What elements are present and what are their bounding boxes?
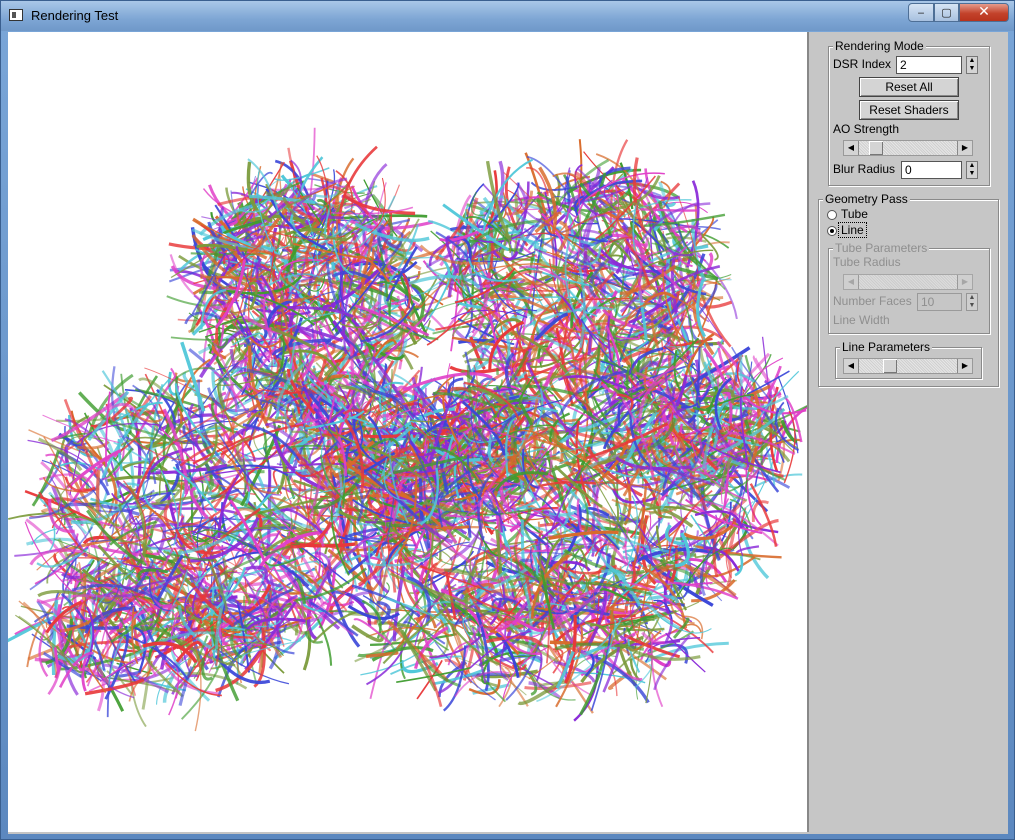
reset-all-button[interactable]: Reset All <box>859 77 959 97</box>
spin-down-icon[interactable]: ▼ <box>967 65 977 73</box>
tube-radio[interactable] <box>827 210 837 220</box>
blur-radius-label: Blur Radius <box>833 162 896 176</box>
app-icon <box>9 9 23 21</box>
blur-radius-spinner[interactable]: ▲ ▼ <box>966 161 978 179</box>
slider-left-arrow-icon[interactable]: ◀ <box>844 359 859 373</box>
fiber-stroke <box>170 336 250 341</box>
rendering-mode-legend: Rendering Mode <box>833 39 926 53</box>
dsr-index-spinner[interactable]: ▲ ▼ <box>966 56 978 74</box>
line-radio[interactable] <box>827 226 837 236</box>
number-faces-spinner: ▲ ▼ <box>966 293 978 311</box>
slider-right-arrow-icon: ▶ <box>957 275 972 289</box>
spin-up-icon[interactable]: ▲ <box>967 162 977 170</box>
fiber-stroke <box>363 433 402 439</box>
line-parameters-legend: Line Parameters <box>840 340 933 354</box>
title-bar[interactable]: Rendering Test ‒ ▢ ✕ <box>1 1 1014 31</box>
tube-radius-label: Tube Radius <box>833 255 901 269</box>
ao-strength-label: AO Strength <box>833 122 900 136</box>
render-viewport[interactable] <box>8 32 809 832</box>
client-area: Rendering Mode DSR Index ▲▼ Reset All Re… <box>8 32 1008 834</box>
slider-left-arrow-icon: ◀ <box>844 275 859 289</box>
line-width-slider[interactable]: ◀ ▶ <box>843 358 973 374</box>
spin-down-icon[interactable]: ▼ <box>967 170 977 178</box>
ao-strength-slider[interactable]: ◀ ▶ <box>843 140 973 156</box>
window-title: Rendering Test <box>31 8 119 23</box>
reset-shaders-button[interactable]: Reset Shaders <box>859 100 959 120</box>
slider-right-arrow-icon[interactable]: ▶ <box>957 359 972 373</box>
fiber-tract-render <box>8 127 807 732</box>
control-panel: Rendering Mode DSR Index ▲▼ Reset All Re… <box>809 32 1008 832</box>
fiber-stroke <box>419 461 424 525</box>
fiber-stroke <box>95 469 101 513</box>
maximize-button[interactable]: ▢ <box>934 3 959 22</box>
line-width-label: Line Width <box>833 313 890 327</box>
number-faces-label: Number Faces <box>833 294 912 308</box>
slider-left-arrow-icon[interactable]: ◀ <box>844 141 859 155</box>
dsr-index-label: DSR Index <box>833 57 892 71</box>
close-button[interactable]: ✕ <box>959 3 1009 22</box>
fiber-stroke <box>587 331 593 356</box>
tube-radio-label[interactable]: Tube <box>841 207 868 221</box>
blur-radius-input[interactable] <box>901 161 962 179</box>
spin-down-icon: ▼ <box>968 302 976 309</box>
tube-radius-slider: ◀ ▶ <box>843 274 973 290</box>
fiber-stroke <box>430 555 452 572</box>
tube-parameters-legend: Tube Parameters <box>833 241 930 255</box>
number-faces-input <box>917 293 962 311</box>
line-width-thumb[interactable] <box>883 359 897 373</box>
minimize-button[interactable]: ‒ <box>908 3 934 22</box>
spin-up-icon: ▲ <box>968 294 976 301</box>
fiber-bundle <box>8 127 807 732</box>
dsr-index-input[interactable] <box>896 56 962 74</box>
spin-up-icon[interactable]: ▲ <box>967 57 977 65</box>
geometry-pass-legend: Geometry Pass <box>823 192 910 206</box>
app-window: Rendering Test ‒ ▢ ✕ Rendering Mode DSR … <box>0 0 1015 840</box>
slider-right-arrow-icon[interactable]: ▶ <box>957 141 972 155</box>
fiber-stroke <box>292 235 298 275</box>
line-radio-label[interactable]: Line <box>838 222 867 238</box>
ao-strength-thumb[interactable] <box>869 141 883 155</box>
